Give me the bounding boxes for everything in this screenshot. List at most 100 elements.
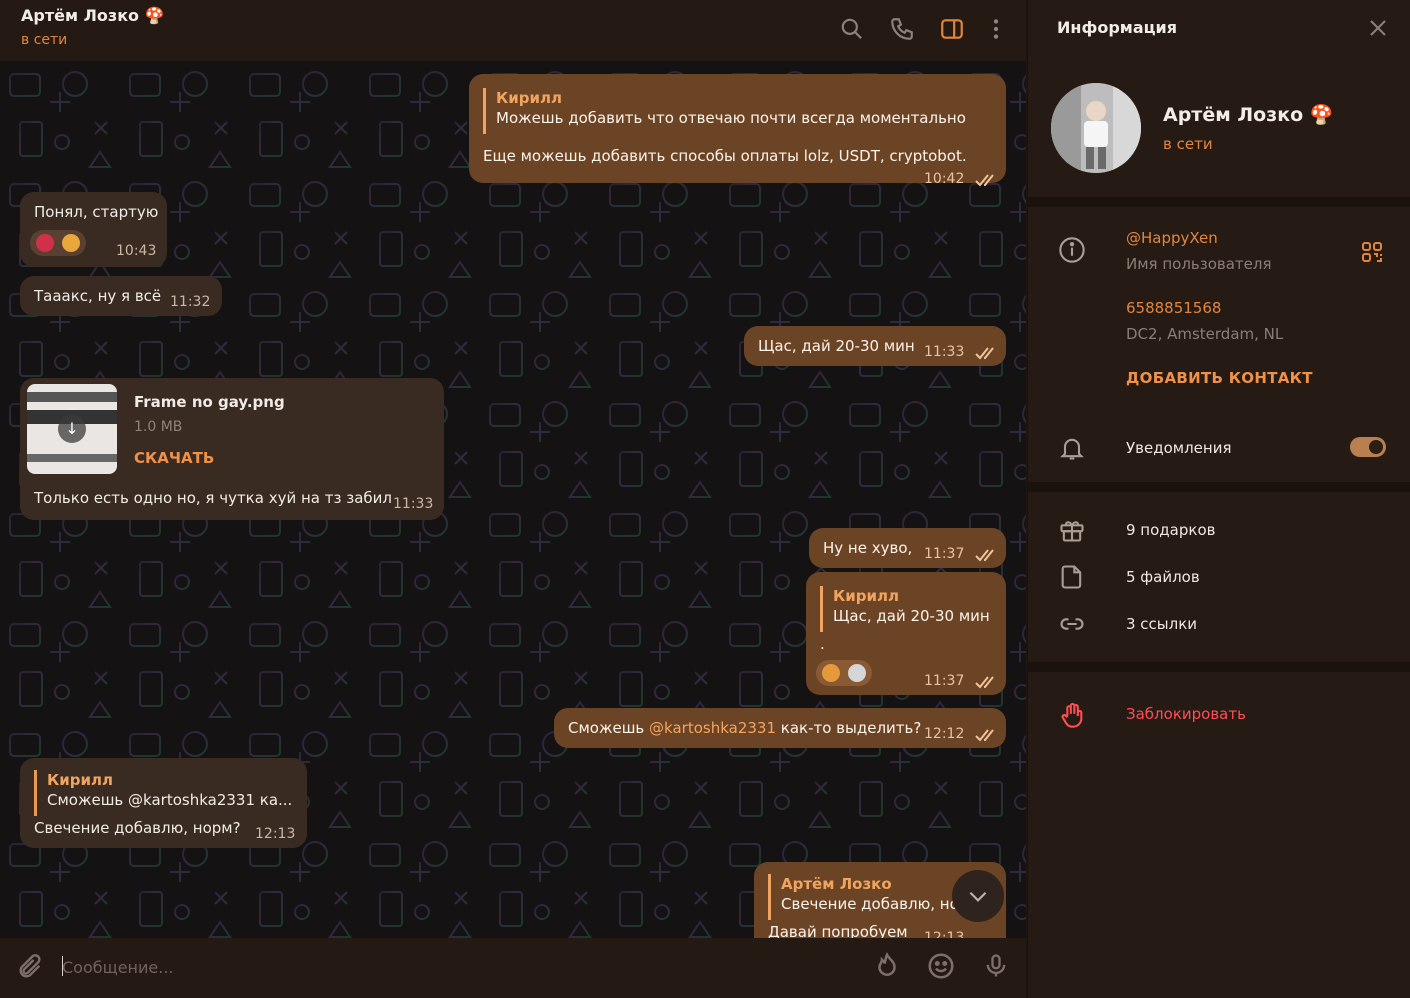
message-text: Ну не хуво, xyxy=(823,539,913,557)
links-item[interactable]: 3 ссылки xyxy=(1126,615,1197,633)
panel-title: Информация xyxy=(1057,18,1177,37)
scroll-to-bottom-button[interactable] xyxy=(952,870,1004,922)
message-outgoing[interactable]: Щас, дай 20-30 мин 11:33 xyxy=(744,326,1006,366)
mention-link[interactable]: @kartoshka2331 xyxy=(649,719,776,737)
message-text: Щас, дай 20-30 мин xyxy=(758,337,915,355)
message-text: Сможешь @kartoshka2331 как-то выделить? xyxy=(568,718,921,738)
reply-author: Кирилл xyxy=(47,771,113,789)
message-outgoing[interactable]: Кирилл Можешь добавить что отвечаю почти… xyxy=(469,74,1006,187)
reply-quote[interactable]: Кирилл Сможешь @kartoshka2331 ка... xyxy=(34,770,293,816)
reply-author: Кирилл xyxy=(496,89,562,107)
chat-title[interactable]: Артём Лозко 🍄 xyxy=(21,6,165,25)
message-input[interactable] xyxy=(62,955,822,979)
message-outgoing[interactable]: Сможешь @kartoshka2331 как-то выделить? … xyxy=(554,708,1006,748)
message-incoming[interactable]: Тааакс, ну я всё 11:32 xyxy=(20,276,222,316)
reaction-chip[interactable] xyxy=(816,660,872,686)
sidebar-toggle-icon[interactable] xyxy=(939,16,965,42)
search-icon[interactable] xyxy=(839,16,865,42)
reply-text: Сможешь @kartoshka2331 ка... xyxy=(47,791,293,810)
user-id[interactable]: 6588851568 xyxy=(1126,299,1221,317)
message-text: . xyxy=(820,635,825,653)
bell-icon xyxy=(1058,434,1086,462)
message-incoming[interactable]: Кирилл Сможешь @kartoshka2331 ка... Свеч… xyxy=(20,758,307,848)
message-time: 11:32 xyxy=(170,294,211,310)
banana-emoji-icon xyxy=(822,664,840,682)
gift-icon xyxy=(1058,516,1086,544)
message-time: 10:42 xyxy=(924,171,965,187)
yawn-emoji-icon xyxy=(62,234,80,252)
download-arrow-icon[interactable]: ↓ xyxy=(58,415,86,443)
message-list[interactable]: Кирилл Можешь добавить что отвечаю почти… xyxy=(0,62,1026,938)
message-text: Тааакс, ну я всё xyxy=(34,287,162,305)
message-outgoing[interactable]: Ну не хуво, 11:37 xyxy=(809,528,1006,568)
mushroom-emoji-icon: 🍄 xyxy=(144,6,165,25)
message-time: 10:43 xyxy=(116,243,157,259)
file-icon xyxy=(1058,563,1086,591)
add-contact-button[interactable]: ДОБАВИТЬ КОНТАКТ xyxy=(1126,369,1313,387)
notifications-label: Уведомления xyxy=(1126,439,1232,457)
double-check-icon xyxy=(975,549,994,562)
profile-status: в сети xyxy=(1163,135,1213,153)
close-icon[interactable] xyxy=(1368,18,1388,38)
file-name: Frame no gay.png xyxy=(134,393,285,411)
chevron-down-icon xyxy=(969,891,987,902)
heart-eyes-emoji-icon xyxy=(36,234,54,252)
reply-text: Можешь добавить что отвечаю почти всегда… xyxy=(496,109,966,128)
emoji-icon[interactable] xyxy=(926,951,956,981)
message-time: 11:33 xyxy=(924,344,965,360)
reactor-avatar xyxy=(848,664,866,682)
message-text: Давай попробуем xyxy=(768,923,908,938)
reaction-chip[interactable] xyxy=(30,230,86,256)
data-center-label: DC2, Amsterdam, NL xyxy=(1126,325,1284,343)
reply-text: Щас, дай 20-30 мин xyxy=(833,607,990,626)
file-size: 1.0 MB xyxy=(134,419,183,435)
username-link[interactable]: @HappyXen xyxy=(1126,229,1218,247)
microphone-icon[interactable] xyxy=(982,951,1010,981)
link-icon xyxy=(1058,610,1086,638)
attach-icon[interactable] xyxy=(16,953,44,981)
double-check-icon xyxy=(975,676,994,689)
message-outgoing[interactable]: Кирилл Щас, дай 20-30 мин . 11:37 xyxy=(806,572,1006,695)
double-check-icon xyxy=(975,174,994,187)
message-time: 11:37 xyxy=(924,673,965,689)
files-item[interactable]: 5 файлов xyxy=(1126,568,1200,586)
message-time: 12:13 xyxy=(924,930,965,938)
qr-code-icon[interactable] xyxy=(1360,240,1384,264)
message-time: 11:37 xyxy=(924,546,965,562)
reply-quote[interactable]: Кирилл Щас, дай 20-30 мин xyxy=(820,586,992,632)
chat-header[interactable]: Артём Лозко 🍄 в сети xyxy=(0,0,1026,62)
telegram-window: Артём Лозко 🍄 в сети Кирилл Можешь добав… xyxy=(0,0,1410,998)
message-text: Еще можешь добавить способы оплаты lolz,… xyxy=(483,147,967,165)
message-incoming[interactable]: Понял, стартую 10:43 xyxy=(20,192,167,267)
message-text: Только есть одно но, я чутка хуй на тз з… xyxy=(34,489,392,507)
download-button[interactable]: СКАЧАТЬ xyxy=(134,448,214,468)
message-time: 12:12 xyxy=(924,726,965,742)
gifts-item[interactable]: 9 подарков xyxy=(1126,521,1215,539)
section-divider xyxy=(1028,197,1410,207)
reply-author: Кирилл xyxy=(833,587,899,605)
more-options-icon[interactable] xyxy=(983,16,1009,42)
file-thumbnail[interactable]: ↓ xyxy=(27,384,117,474)
notifications-toggle[interactable] xyxy=(1350,437,1386,457)
message-time: 11:33 xyxy=(393,496,434,512)
username-label: Имя пользователя xyxy=(1126,255,1272,273)
info-icon xyxy=(1058,236,1086,264)
text-segment: как-то выделить? xyxy=(776,719,922,737)
self-destruct-timer-icon[interactable] xyxy=(872,951,902,981)
info-panel: Информация Артём Лозко 🍄 в сети @HappyXe… xyxy=(1027,0,1410,998)
chat-status: в сети xyxy=(21,32,68,48)
block-user-button[interactable]: Заблокировать xyxy=(1126,705,1246,723)
message-text: Свечение добавлю, норм? xyxy=(34,819,241,837)
section-divider xyxy=(1028,662,1410,672)
message-incoming-file[interactable]: ↓ Frame no gay.png 1.0 MB СКАЧАТЬ Только… xyxy=(20,378,444,520)
double-check-icon xyxy=(975,347,994,360)
section-divider xyxy=(1028,482,1410,492)
message-text: Понял, стартую xyxy=(34,203,159,221)
block-hand-icon xyxy=(1058,701,1086,729)
mushroom-emoji-icon: 🍄 xyxy=(1309,104,1334,126)
reply-quote[interactable]: Кирилл Можешь добавить что отвечаю почти… xyxy=(483,88,988,134)
phone-icon[interactable] xyxy=(889,16,915,42)
message-time: 12:13 xyxy=(255,826,296,842)
profile-avatar[interactable] xyxy=(1051,83,1141,173)
text-caret xyxy=(62,956,63,976)
